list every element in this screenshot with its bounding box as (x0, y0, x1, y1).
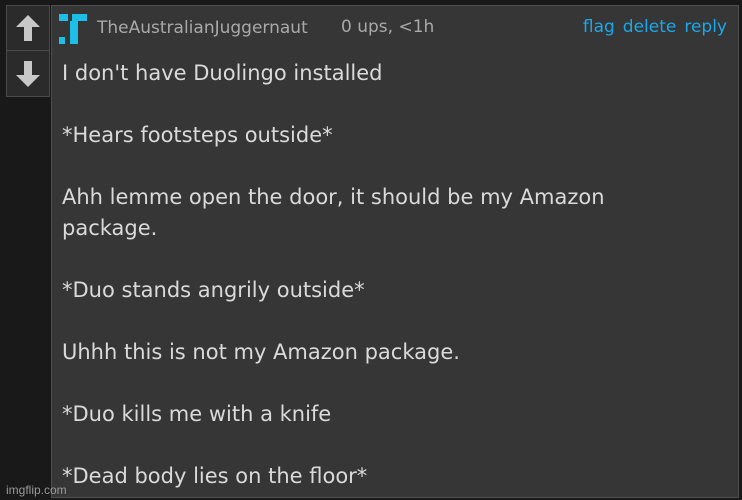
comment-line (62, 368, 722, 399)
downvote-button[interactable] (7, 52, 49, 96)
reply-link[interactable]: reply (684, 17, 727, 37)
comment-line: Uhhh this is not my Amazon package. (62, 340, 460, 364)
comment-line: package. (62, 216, 158, 240)
username-link[interactable]: TheAustralianJuggernaut (97, 18, 308, 38)
imgflip-watermark: imgflip.com (6, 483, 67, 497)
comment-actions: flag delete reply (583, 17, 727, 37)
comment-line (62, 430, 722, 461)
arrow-up-icon (16, 15, 40, 41)
comment-line (62, 151, 722, 182)
arrow-down-icon (16, 61, 40, 87)
comment-card: TheAustralianJuggernaut 0 ups, <1h flag … (51, 5, 739, 498)
comment-line: *Dead body lies on the floor* (62, 464, 368, 488)
comment-line: Ahh lemme open the door, it should be my… (62, 185, 605, 209)
comment-line: *Duo stands angrily outside* (62, 278, 365, 302)
comment-line: I don't have Duolingo installed (62, 61, 383, 85)
comment-line (62, 244, 722, 275)
comment-meta: 0 ups, <1h (341, 17, 435, 37)
comment-body: I don't have Duolingo installed *Hears f… (62, 58, 722, 492)
user-avatar[interactable] (58, 12, 88, 46)
upvote-button[interactable] (7, 6, 49, 51)
comment-line (62, 89, 722, 120)
comment-line (62, 306, 722, 337)
flag-link[interactable]: flag (583, 17, 615, 37)
vote-box (6, 5, 50, 97)
delete-link[interactable]: delete (623, 17, 677, 37)
comment-line: *Hears footsteps outside* (62, 123, 333, 147)
comment-line: *Duo kills me with a knife (62, 402, 332, 426)
